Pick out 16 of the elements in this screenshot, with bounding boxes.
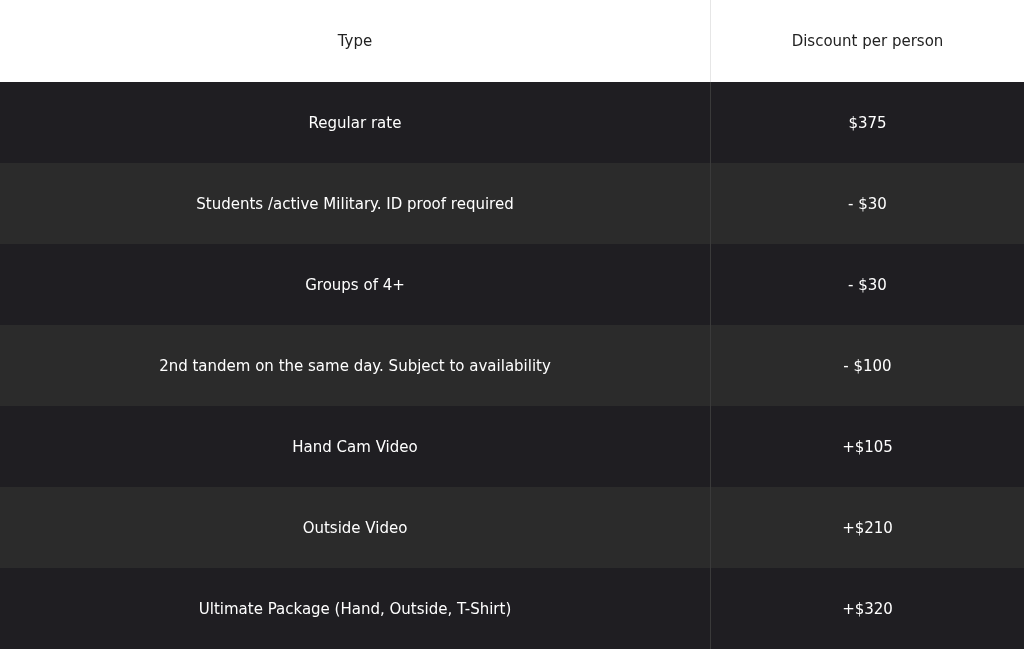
table-cell: 2nd tandem on the same day. Subject to availability [159,356,551,375]
table-cell: Regular rate [308,113,402,132]
table-cell: Groups of 4+ [305,275,405,294]
table-cell: - $30 [848,194,887,213]
column-header: Discount per person [791,32,944,50]
column-header: Type [337,32,373,50]
table-cell: +$210 [842,518,893,537]
table-cell: - $30 [848,275,887,294]
table-cell: Ultimate Package (Hand, Outside, T-Shirt) [198,599,512,618]
table-cell: +$105 [842,437,893,456]
table-cell: Hand Cam Video [292,437,418,456]
table-cell: Outside Video [302,518,408,537]
table-cell: +$320 [842,599,893,618]
table-cell: - $100 [843,356,892,375]
table-cell: Students /active Military. ID proof required [196,194,514,213]
table-cell: $375 [848,113,887,132]
